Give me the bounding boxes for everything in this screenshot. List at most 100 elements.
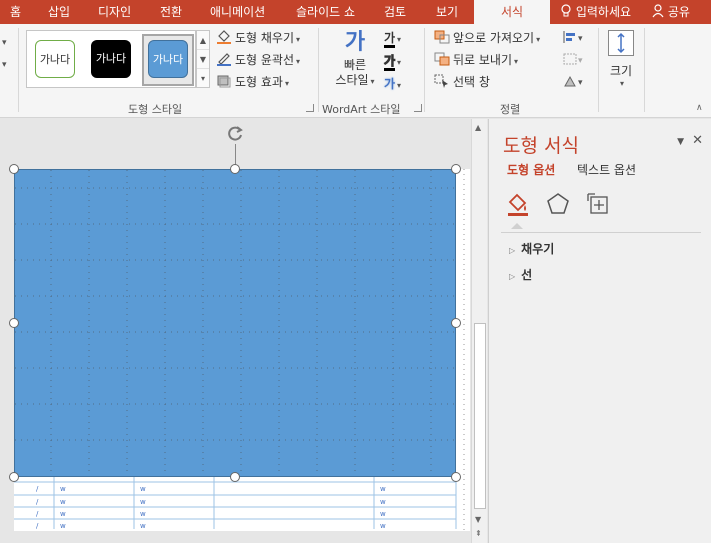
bring-forward-button[interactable]: 앞으로 가져오기 ▾ (434, 28, 540, 48)
gallery-up-icon[interactable]: ▲ (197, 31, 209, 50)
ribbon-tab-bar: 홈 삽입 디자인 전환 애니메이션 슬라이드 쇼 검토 보기 서식 입력하세요 … (0, 0, 711, 24)
size-properties-icon[interactable] (585, 191, 611, 217)
chevron-down-icon: ▾ (397, 58, 402, 67)
chevron-down-icon: ▾ (370, 77, 375, 86)
pane-title: 도형 서식 (503, 135, 579, 157)
share-label: 공유 (667, 5, 690, 19)
resize-handle-bottom-right[interactable] (451, 472, 461, 482)
quick-styles-button[interactable]: 가 빠른 스타일 ▾ (334, 28, 376, 98)
tab-view[interactable]: 보기 (436, 0, 458, 24)
resize-handle-top-left[interactable] (9, 164, 19, 174)
resize-handle-left[interactable] (9, 318, 19, 328)
group-separator (318, 28, 319, 112)
tab-review[interactable]: 검토 (384, 0, 406, 24)
chevron-down-icon: ▾ (296, 35, 301, 44)
bring-forward-icon (434, 30, 450, 44)
text-outline-icon: 가 (383, 54, 396, 71)
shape-fill-button[interactable]: 도형 채우기 ▾ (216, 28, 300, 48)
resize-handle-bottom[interactable] (230, 472, 240, 482)
selection-pane-icon (434, 74, 450, 88)
svg-text:w: w (60, 498, 66, 506)
tab-animations[interactable]: 애니메이션 (210, 0, 265, 24)
close-icon[interactable]: ✕ (692, 133, 703, 148)
selection-pane-button[interactable]: 선택 창 (434, 72, 490, 92)
chevron-down-icon: ▾ (514, 57, 519, 66)
send-backward-icon (434, 52, 450, 66)
shape-styles-launcher-icon[interactable] (306, 104, 314, 112)
svg-text:w: w (60, 485, 66, 493)
size-button[interactable]: 크기 ▾ (604, 28, 638, 98)
size-icon (608, 30, 634, 56)
rotate-icon (564, 75, 576, 87)
svg-text:w: w (60, 522, 66, 530)
collapsed-group-fragment[interactable]: ▾ ▾ (2, 32, 7, 76)
pane-controls: ▼ ✕ (677, 133, 703, 148)
align-icon (563, 31, 575, 43)
vertical-scrollbar[interactable]: ▲ ▼ ⇞ (471, 119, 487, 543)
shape-effects-button[interactable]: 도형 효과 ▾ (216, 72, 289, 92)
shape-outline-button[interactable]: 도형 윤곽선 ▾ (216, 50, 300, 70)
ribbon: ▾ ▾ 가나다 가나다 가나다 ▲ ▼ ▾ 도형 채우기 ▾ 도형 윤곽선 ▾ 도형 … (0, 24, 711, 118)
scroll-down-icon[interactable]: ▼ (475, 515, 481, 524)
text-effects-icon: 가 (384, 77, 396, 91)
svg-text:/: / (36, 498, 39, 506)
group-label-shape-styles: 도형 스타일 (128, 103, 183, 116)
tab-shape-options[interactable]: 도형 옵션 (507, 161, 555, 178)
shape-style-swatch-2[interactable]: 가나다 (91, 40, 131, 78)
effects-pentagon-icon[interactable] (545, 191, 571, 217)
share-button[interactable]: 공유 (652, 0, 690, 24)
slide-gridlines (15, 170, 455, 476)
text-effects-button[interactable]: 가 ▾ (384, 74, 401, 96)
selected-rectangle-shape[interactable] (14, 169, 456, 477)
chevron-down-icon: ▾ (619, 79, 624, 88)
chevron-down-icon: ▾ (284, 79, 289, 88)
svg-text:w: w (140, 522, 146, 530)
scroll-up-icon[interactable]: ▲ (475, 123, 481, 132)
expand-triangle-icon: ▷ (509, 272, 516, 281)
tab-transitions[interactable]: 전환 (160, 0, 182, 24)
group-objects-button[interactable]: ▾ (562, 52, 583, 66)
tell-me-box[interactable]: 입력하세요 (560, 0, 631, 24)
send-backward-button[interactable]: 뒤로 보내기 ▾ (434, 50, 518, 70)
tab-slideshow[interactable]: 슬라이드 쇼 (296, 0, 355, 24)
previous-slide-icon[interactable]: ⇞ (475, 529, 482, 538)
shape-style-swatch-1[interactable]: 가나다 (35, 40, 75, 78)
svg-text:w: w (60, 510, 66, 518)
section-fill[interactable]: ▷ 채우기 (509, 240, 554, 257)
size-label: 크기 (609, 64, 633, 78)
collapse-ribbon-icon[interactable]: ∧ (696, 103, 703, 113)
tab-insert[interactable]: 삽입 (48, 0, 70, 24)
gallery-more-icon[interactable]: ▾ (197, 69, 209, 88)
rotation-handle-icon[interactable] (225, 124, 245, 144)
tab-text-options[interactable]: 텍스트 옵션 (577, 161, 636, 178)
wordart-glyph: 가 (344, 30, 366, 55)
svg-text:w: w (380, 522, 386, 530)
resize-handle-bottom-left[interactable] (9, 472, 19, 482)
text-outline-button[interactable]: 가 ▾ (383, 51, 402, 73)
pane-options-icon[interactable]: ▼ (677, 137, 684, 147)
tab-home[interactable]: 홈 (10, 0, 21, 24)
shape-style-swatch-3[interactable]: 가나다 (148, 40, 188, 78)
rotate-button[interactable]: ▾ (562, 74, 583, 88)
svg-text:w: w (380, 498, 386, 506)
svg-text:w: w (140, 498, 146, 506)
fill-line-icon[interactable] (505, 191, 531, 217)
gallery-down-icon[interactable]: ▼ (197, 50, 209, 69)
text-fill-icon: 가 (384, 31, 396, 48)
shape-style-gallery: 가나다 가나다 가나다 (26, 30, 196, 88)
tab-format[interactable]: 서식 (474, 0, 550, 24)
group-separator (18, 28, 19, 112)
svg-text:/: / (36, 522, 39, 530)
scrollbar-thumb[interactable] (474, 323, 486, 509)
chevron-down-icon: ▾ (536, 35, 541, 44)
text-fill-button[interactable]: 가 ▾ (384, 28, 401, 50)
svg-text:w: w (140, 485, 146, 493)
resize-handle-right[interactable] (451, 318, 461, 328)
wordart-launcher-icon[interactable] (414, 104, 422, 112)
tab-design[interactable]: 디자인 (98, 0, 131, 24)
align-button[interactable]: ▾ (562, 30, 583, 44)
resize-handle-top-right[interactable] (451, 164, 461, 174)
resize-handle-top[interactable] (230, 164, 240, 174)
section-line[interactable]: ▷ 선 (509, 266, 532, 283)
group-separator (598, 28, 599, 112)
